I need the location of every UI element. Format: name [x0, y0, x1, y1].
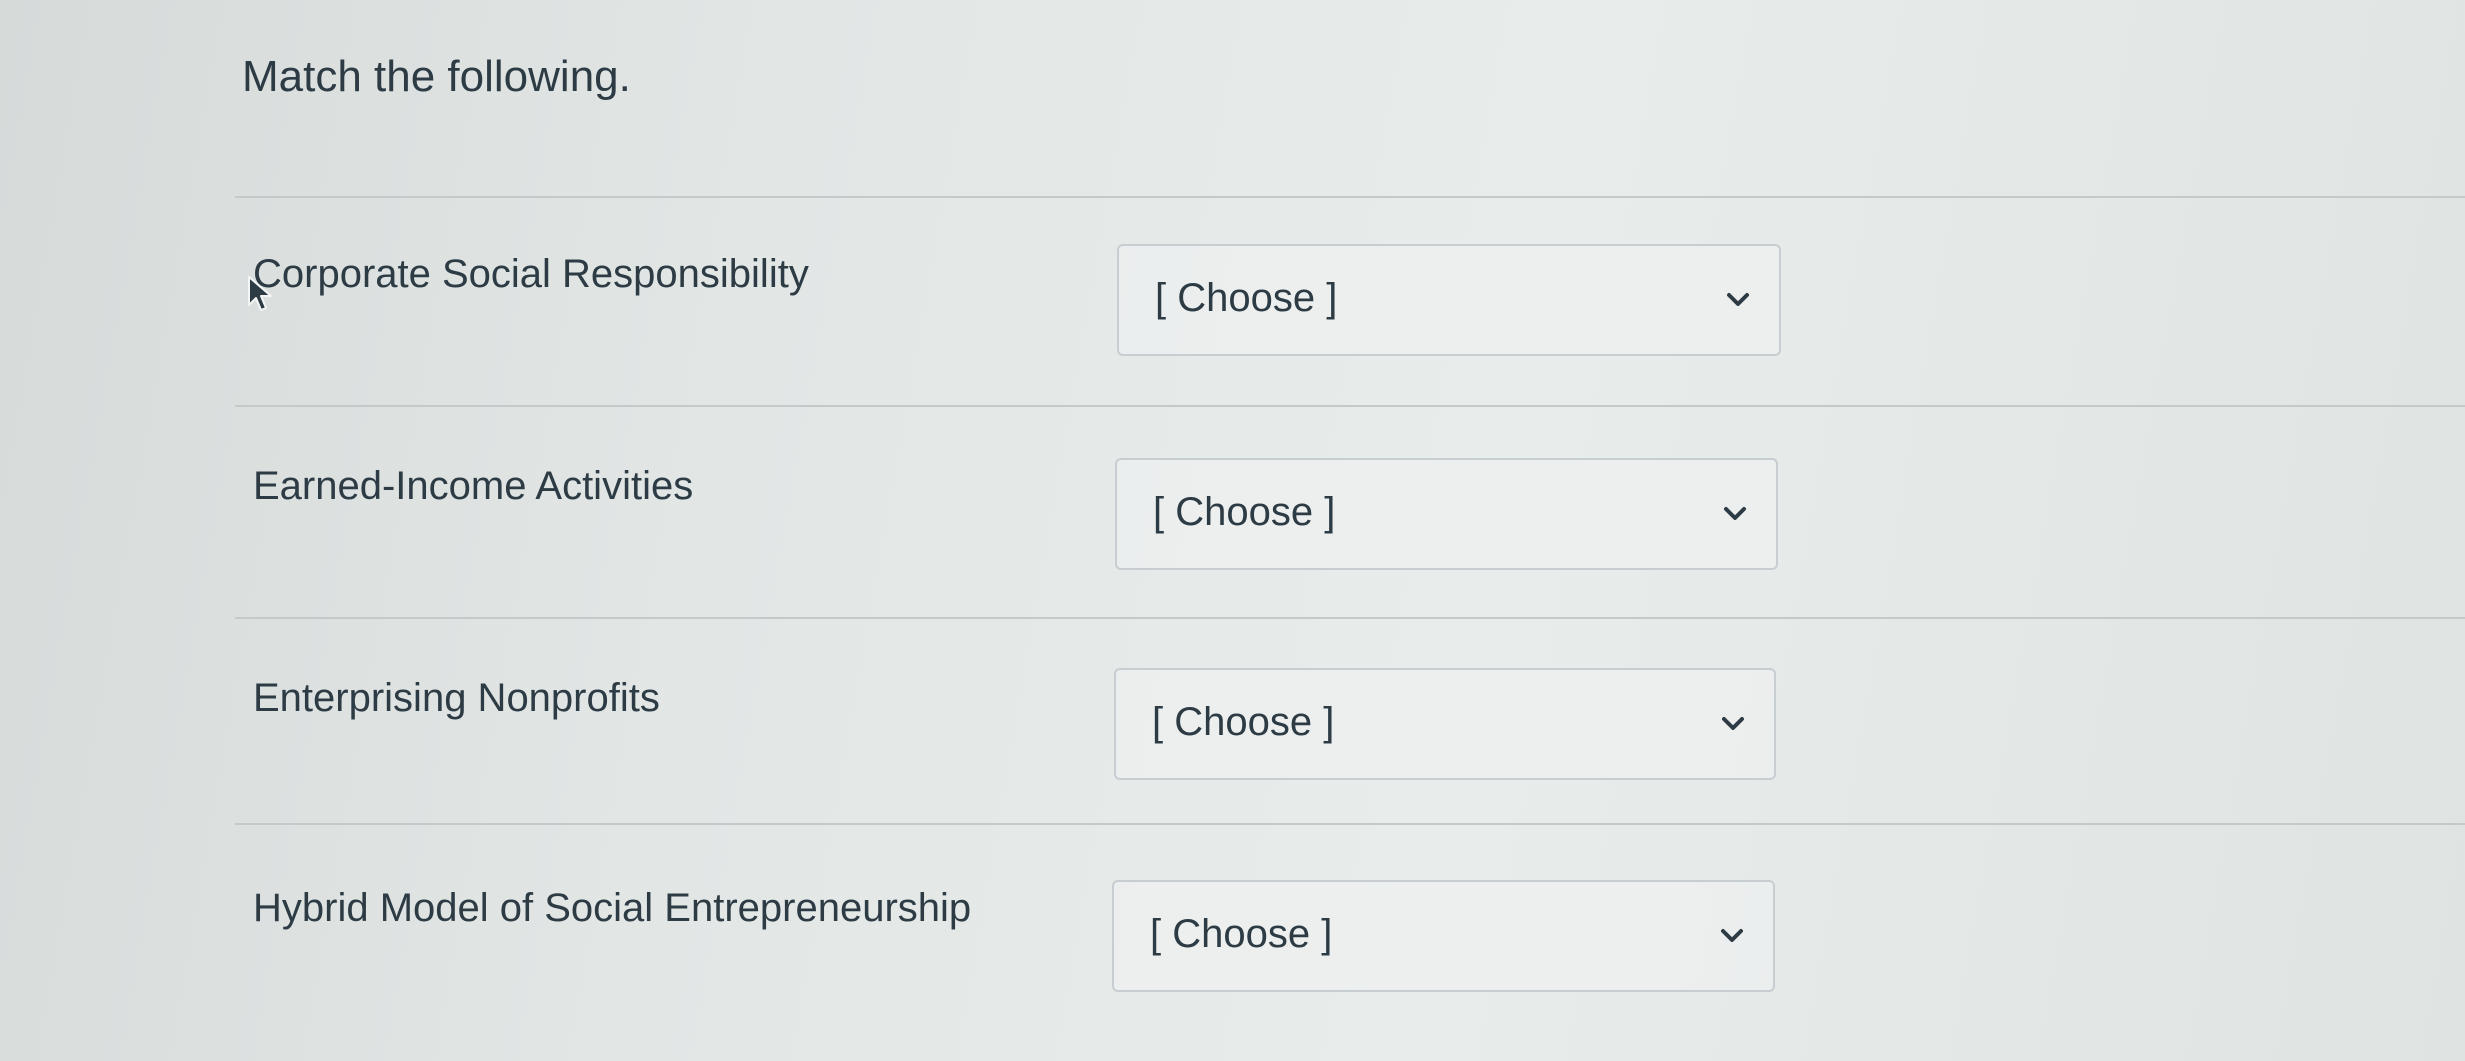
divider — [235, 405, 2465, 407]
match-row: Corporate Social Responsibility [ Choose… — [235, 240, 2435, 370]
divider — [235, 823, 2465, 825]
answer-dropdown[interactable]: [ Choose ] — [1117, 244, 1781, 356]
chevron-down-icon — [1727, 293, 1749, 306]
chevron-down-icon — [1721, 929, 1743, 942]
match-prompt-label: Corporate Social Responsibility — [253, 252, 809, 296]
mouse-cursor-icon — [248, 276, 272, 311]
dropdown-selected-value: [ Choose ] — [1152, 700, 1335, 744]
match-prompt-label: Earned-Income Activities — [253, 464, 694, 508]
answer-dropdown[interactable]: [ Choose ] — [1114, 668, 1776, 780]
match-row: Hybrid Model of Social Entrepreneurship … — [235, 880, 2435, 1010]
match-prompt-label: Hybrid Model of Social Entrepreneurship — [253, 886, 972, 930]
match-prompt-label: Enterprising Nonprofits — [253, 676, 660, 720]
chevron-down-icon — [1722, 717, 1744, 730]
divider — [235, 196, 2465, 198]
chevron-down-icon — [1724, 507, 1746, 520]
answer-dropdown[interactable]: [ Choose ] — [1115, 458, 1778, 570]
dropdown-selected-value: [ Choose ] — [1153, 490, 1336, 534]
match-row: Enterprising Nonprofits [ Choose ] — [235, 668, 2435, 798]
dropdown-selected-value: [ Choose ] — [1150, 912, 1333, 956]
dropdown-selected-value: [ Choose ] — [1155, 276, 1338, 320]
quiz-question: Match the following. Corporate Social Re… — [0, 0, 2465, 1061]
answer-dropdown[interactable]: [ Choose ] — [1112, 880, 1775, 992]
question-prompt: Match the following. — [242, 52, 631, 101]
divider — [235, 617, 2465, 619]
match-row: Earned-Income Activities [ Choose ] — [235, 456, 2435, 586]
